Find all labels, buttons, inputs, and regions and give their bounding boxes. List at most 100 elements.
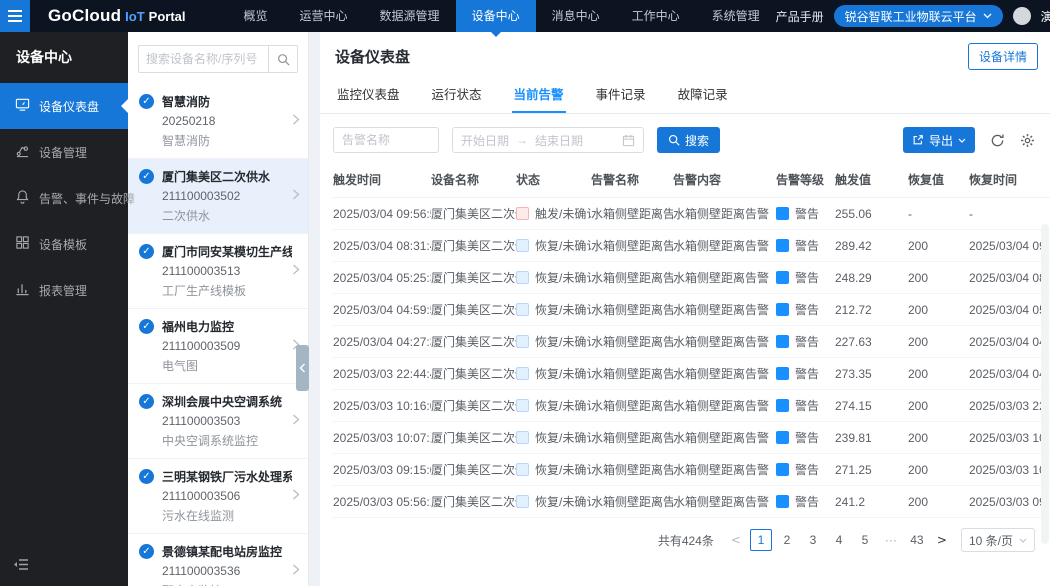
sidebar-item-设备仪表盘[interactable]: 设备仪表盘 — [0, 83, 128, 129]
device-name: 智慧消防 — [162, 93, 292, 110]
logo-main: GoCloud — [48, 6, 121, 25]
pagination: 共有424条 < 12345···43 > 10 条/页 — [333, 518, 1050, 552]
topbar-right: 产品手册 锐谷智联工业物联云平台 演示账号 — [776, 5, 1050, 27]
sidebar-collapse-icon[interactable] — [13, 558, 29, 576]
top-nav-item-运营中心[interactable]: 运营中心 — [284, 0, 364, 32]
device-list-item[interactable]: ✓三明某钢铁厂污水处理系统211100003506污水在线监测 — [128, 459, 308, 534]
device-list-item[interactable]: ✓福州电力监控211100003509电气图 — [128, 309, 308, 384]
cell-status: 恢复/未确认 — [516, 390, 591, 422]
table-row[interactable]: 2025/03/03 05:56:11厦门集美区二次供水恢复/未确认水箱侧壁距离… — [333, 486, 1050, 518]
date-range-picker[interactable]: 开始日期 → 结束日期 — [452, 127, 644, 153]
cell-recover-value: 200 — [908, 230, 969, 262]
device-tag: 智慧消防 — [162, 132, 292, 149]
pagination-prev-icon[interactable]: < — [727, 533, 745, 547]
cell-recover-time: 2025/03/04 04 — [969, 326, 1050, 358]
cell-alarm-content: 水箱侧壁距离告警 — [673, 198, 776, 230]
cell-level: 警告 — [776, 326, 835, 358]
cell-trigger-time: 2025/03/03 05:56:11 — [333, 486, 431, 518]
pagination-total: 共有424条 — [658, 532, 714, 549]
device-list-item[interactable]: ✓厦门集美区二次供水211100003502二次供水 — [128, 159, 308, 234]
device-serial: 211100003513 — [162, 264, 292, 278]
table-scrollbar[interactable] — [1041, 224, 1049, 544]
top-nav-item-数据源管理[interactable]: 数据源管理 — [364, 0, 456, 32]
start-date-placeholder: 开始日期 — [461, 132, 509, 149]
top-nav-item-工作中心[interactable]: 工作中心 — [616, 0, 696, 32]
top-nav-item-系统管理[interactable]: 系统管理 — [696, 0, 776, 32]
top-nav-item-概览[interactable]: 概览 — [228, 0, 284, 32]
pagination-next-icon[interactable]: > — [933, 533, 951, 547]
page-size-select[interactable]: 10 条/页 — [961, 528, 1035, 552]
chevron-down-icon — [983, 13, 992, 19]
product-manual-link[interactable]: 产品手册 — [776, 8, 824, 25]
device-tag: 电气图 — [162, 357, 292, 374]
device-search-input[interactable] — [138, 45, 268, 73]
alarm-name-input[interactable] — [333, 127, 439, 153]
table-row[interactable]: 2025/03/03 22:44:48厦门集美区二次供水恢复/未确认水箱侧壁距离… — [333, 358, 1050, 390]
level-square-icon — [776, 207, 789, 220]
platform-select[interactable]: 锐谷智联工业物联云平台 — [834, 5, 1003, 27]
sidebar: 设备中心 设备仪表盘设备管理告警、事件与故障设备模板报表管理 — [0, 32, 128, 586]
sidebar-item-label: 告警、事件与故障 — [39, 190, 135, 207]
device-list-item[interactable]: ✓厦门市同安某模切生产线211100003513工厂生产线模板 — [128, 234, 308, 309]
search-button[interactable]: 搜索 — [657, 127, 720, 153]
avatar[interactable] — [1013, 7, 1031, 25]
level-text: 警告 — [795, 495, 819, 509]
cell-alarm-content: 水箱侧壁距离告警 — [673, 486, 776, 518]
table-row[interactable]: 2025/03/03 10:07:13厦门集美区二次供水恢复/未确认水箱侧壁距离… — [333, 422, 1050, 454]
level-text: 警告 — [795, 431, 819, 445]
table-row[interactable]: 2025/03/03 10:16:03厦门集美区二次供水恢复/未确认水箱侧壁距离… — [333, 390, 1050, 422]
pagination-page-5[interactable]: 5 — [854, 529, 876, 551]
cell-device-name: 厦门集美区二次供水 — [431, 198, 516, 230]
filter-bar: 开始日期 → 结束日期 搜索 导出 — [333, 127, 1050, 153]
cell-recover-value: 200 — [908, 422, 969, 454]
cell-recover-value: 200 — [908, 454, 969, 486]
sidebar-item-报表管理[interactable]: 报表管理 — [0, 267, 128, 313]
pagination-page-43[interactable]: 43 — [906, 529, 928, 551]
calendar-icon — [622, 134, 635, 147]
check-circle-icon: ✓ — [139, 394, 154, 409]
panel-collapse-handle[interactable] — [296, 345, 309, 391]
device-list-item[interactable]: ✓智慧消防20250218智慧消防 — [128, 84, 308, 159]
table-row[interactable]: 2025/03/04 04:59:56厦门集美区二次供水恢复/未确认水箱侧壁距离… — [333, 294, 1050, 326]
table-row[interactable]: 2025/03/04 04:27:37厦门集美区二次供水恢复/未确认水箱侧壁距离… — [333, 326, 1050, 358]
top-nav-item-设备中心[interactable]: 设备中心 — [456, 0, 536, 32]
cell-recover-time: 2025/03/03 22 — [969, 390, 1050, 422]
table-row[interactable]: 2025/03/04 05:25:37厦门集美区二次供水恢复/未确认水箱侧壁距离… — [333, 262, 1050, 294]
top-nav: 概览运营中心数据源管理设备中心消息中心工作中心系统管理 — [228, 0, 776, 32]
level-text: 警告 — [795, 399, 819, 413]
device-info: 智慧消防20250218智慧消防 — [162, 93, 292, 149]
cell-trigger-value: 255.06 — [835, 198, 908, 230]
tab-监控仪表盘[interactable]: 监控仪表盘 — [335, 75, 402, 113]
sidebar-item-告警、事件与故障[interactable]: 告警、事件与故障 — [0, 175, 128, 221]
cell-level: 警告 — [776, 230, 835, 262]
cell-trigger-value: 212.72 — [835, 294, 908, 326]
tab-事件记录[interactable]: 事件记录 — [594, 75, 648, 113]
sidebar-item-设备模板[interactable]: 设备模板 — [0, 221, 128, 267]
device-info: 三明某钢铁厂污水处理系统211100003506污水在线监测 — [162, 468, 292, 524]
pagination-page-1[interactable]: 1 — [750, 529, 772, 551]
tab-故障记录[interactable]: 故障记录 — [676, 75, 730, 113]
account-name: 演示账号 — [1041, 8, 1050, 25]
hamburger-menu-icon[interactable] — [0, 0, 30, 32]
device-search-button[interactable] — [268, 45, 298, 73]
pagination-page-4[interactable]: 4 — [828, 529, 850, 551]
device-list-item[interactable]: ✓深圳会展中央空调系统211100003503中央空调系统监控 — [128, 384, 308, 459]
refresh-button[interactable] — [990, 133, 1005, 148]
device-detail-button[interactable]: 设备详情 — [968, 43, 1038, 70]
settings-button[interactable] — [1020, 133, 1035, 148]
table-row[interactable]: 2025/03/03 09:15:08厦门集美区二次供水恢复/未确认水箱侧壁距离… — [333, 454, 1050, 486]
tab-当前告警[interactable]: 当前告警 — [512, 75, 566, 113]
cell-recover-value: 200 — [908, 294, 969, 326]
table-row[interactable]: 2025/03/04 09:56:50厦门集美区二次供水触发/未确认水箱侧壁距离… — [333, 198, 1050, 230]
cell-level: 警告 — [776, 198, 835, 230]
pagination-page-3[interactable]: 3 — [802, 529, 824, 551]
export-button[interactable]: 导出 — [903, 127, 975, 153]
device-list-item[interactable]: ✓景德镇某配电站房监控211100003536配电房监控 — [128, 534, 308, 586]
sidebar-item-设备管理[interactable]: 设备管理 — [0, 129, 128, 175]
table-row[interactable]: 2025/03/04 08:31:47厦门集美区二次供水恢复/未确认水箱侧壁距离… — [333, 230, 1050, 262]
status-square-icon — [516, 335, 529, 348]
device-info: 厦门市同安某模切生产线211100003513工厂生产线模板 — [162, 243, 292, 299]
tab-运行状态[interactable]: 运行状态 — [430, 75, 484, 113]
top-nav-item-消息中心[interactable]: 消息中心 — [536, 0, 616, 32]
pagination-page-2[interactable]: 2 — [776, 529, 798, 551]
